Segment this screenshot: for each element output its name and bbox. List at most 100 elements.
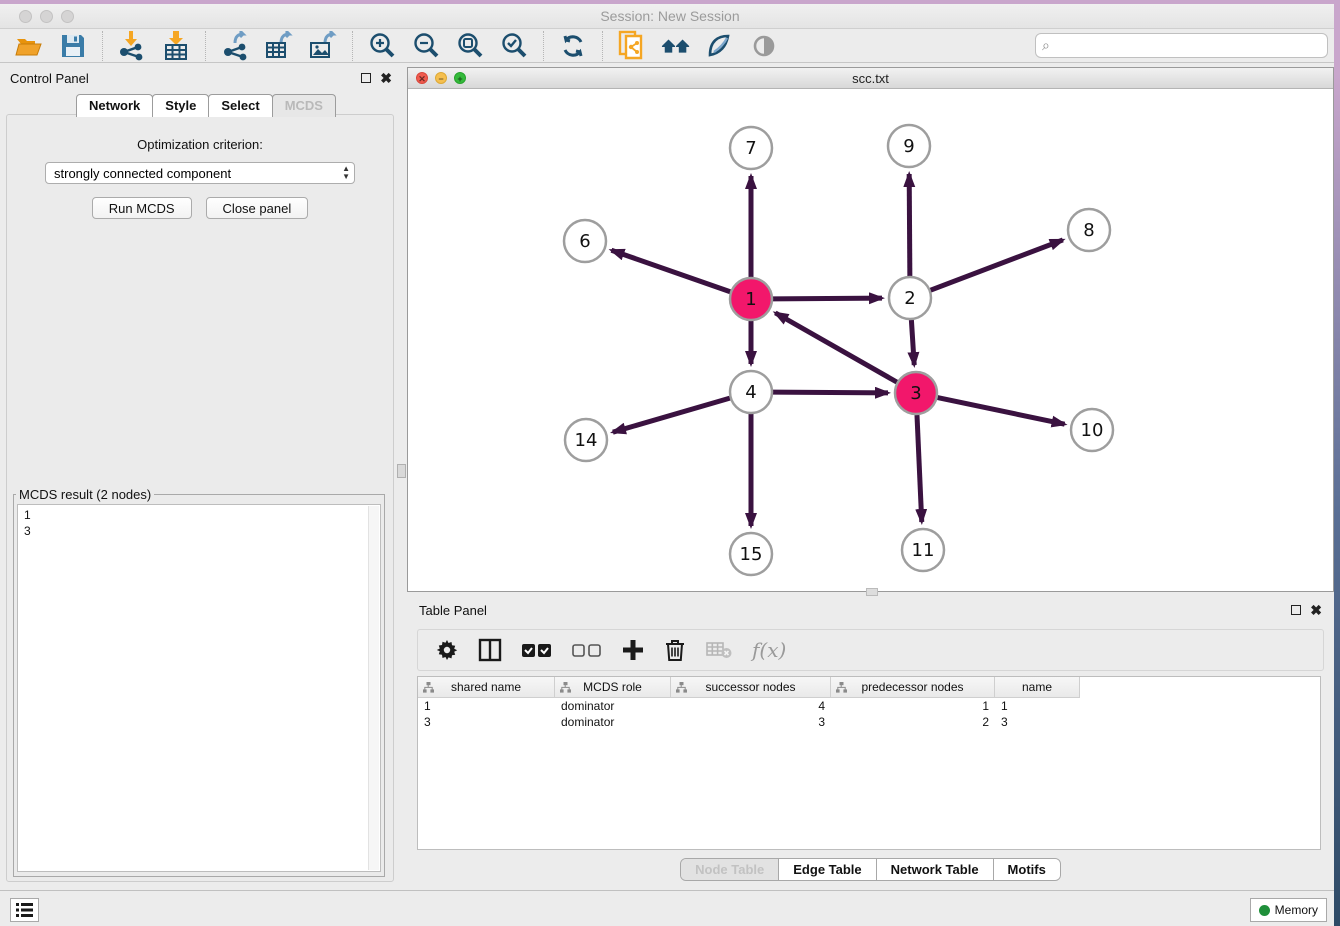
graph-node-label-1: 1 (745, 289, 756, 310)
network-minimize-button[interactable]: − (435, 72, 447, 84)
cell-shared-name[interactable]: 1 (418, 698, 555, 714)
graph-node-label-7: 7 (745, 138, 756, 159)
edge-2-3[interactable] (911, 320, 914, 365)
float-panel-icon[interactable] (361, 73, 371, 83)
tab-node-table[interactable]: Node Table (681, 859, 779, 880)
result-line: 3 (24, 523, 380, 539)
window-title: Session: New Session (0, 8, 1340, 24)
graph-node-label-6: 6 (579, 231, 590, 252)
memory-status-icon (1259, 905, 1270, 916)
network-close-button[interactable]: ✕ (416, 72, 428, 84)
unselect-all-columns-icon[interactable] (572, 643, 602, 658)
save-session-icon[interactable] (58, 31, 88, 61)
application-window: Session: New Session (0, 0, 1340, 926)
horizontal-splitter-handle[interactable] (866, 588, 878, 596)
cell-name[interactable]: 3 (995, 714, 1080, 730)
node-table[interactable]: shared name MCDS role successor nodes pr… (417, 676, 1321, 850)
network-maximize-button[interactable]: + (454, 72, 466, 84)
criterion-combobox[interactable]: strongly connected component ▲▼ (45, 162, 355, 184)
column-header-shared-name[interactable]: shared name (418, 677, 555, 697)
cell-successor-nodes[interactable]: 3 (671, 714, 831, 730)
cell-successor-nodes[interactable]: 4 (671, 698, 831, 714)
column-panel-icon[interactable] (478, 638, 502, 662)
cell-shared-name[interactable]: 3 (418, 714, 555, 730)
control-panel-tabs: Network Style Select MCDS (76, 94, 335, 117)
edge-3-1[interactable] (775, 313, 897, 382)
first-neighbors-icon[interactable] (661, 31, 691, 61)
column-header-mcds-role[interactable]: MCDS role (555, 677, 671, 697)
refresh-icon[interactable] (558, 31, 588, 61)
cell-mcds-role[interactable]: dominator (555, 698, 671, 714)
delete-column-icon[interactable] (664, 638, 686, 662)
zoom-fit-icon[interactable] (455, 31, 485, 61)
table-row[interactable]: 3 dominator 3 2 3 (418, 714, 1080, 730)
edge-1-2[interactable] (773, 298, 882, 299)
tab-style[interactable]: Style (152, 94, 209, 117)
graph-node-label-2: 2 (904, 288, 915, 309)
close-panel-button[interactable]: Close panel (206, 197, 309, 219)
table-panel: Table Panel ✖ (407, 595, 1334, 887)
task-history-button[interactable] (10, 898, 39, 922)
function-builder-icon[interactable]: f(x) (752, 638, 786, 662)
edge-4-3[interactable] (773, 392, 888, 393)
close-table-panel-icon[interactable]: ✖ (1310, 605, 1322, 615)
tab-select[interactable]: Select (208, 94, 272, 117)
graph-node-label-4: 4 (745, 382, 756, 403)
import-table-icon[interactable] (161, 31, 191, 61)
cell-mcds-role[interactable]: dominator (555, 714, 671, 730)
graph-node-label-15: 15 (740, 544, 763, 565)
export-image-icon[interactable] (308, 31, 338, 61)
memory-button[interactable]: Memory (1250, 898, 1327, 922)
hide-icon[interactable] (749, 31, 779, 61)
vertical-splitter-handle[interactable] (397, 464, 406, 478)
table-panel-title: Table Panel (419, 603, 1291, 618)
export-network-icon[interactable] (220, 31, 250, 61)
edge-3-11[interactable] (917, 415, 922, 522)
zoom-in-icon[interactable] (367, 31, 397, 61)
edge-4-14[interactable] (613, 398, 730, 432)
column-header-successor-nodes[interactable]: successor nodes (671, 677, 831, 697)
tab-edge-table[interactable]: Edge Table (779, 859, 876, 880)
cell-predecessor-nodes[interactable]: 1 (831, 698, 995, 714)
open-session-icon[interactable] (14, 31, 44, 61)
delete-table-icon[interactable] (706, 641, 732, 659)
edge-1-6[interactable] (611, 250, 730, 292)
close-panel-icon[interactable]: ✖ (380, 73, 392, 83)
run-mcds-button[interactable]: Run MCDS (92, 197, 192, 219)
desktop-edge-top (0, 0, 1340, 4)
memory-label: Memory (1275, 903, 1318, 917)
result-scrollbar[interactable] (368, 506, 379, 870)
tab-network-table[interactable]: Network Table (877, 859, 994, 880)
import-network-icon[interactable] (117, 31, 147, 61)
table-tabs: Node Table Edge Table Network Table Moti… (680, 858, 1061, 881)
float-table-panel-icon[interactable] (1291, 605, 1301, 615)
edge-3-10[interactable] (938, 398, 1065, 425)
zoom-out-icon[interactable] (411, 31, 441, 61)
tab-motifs[interactable]: Motifs (994, 859, 1060, 880)
table-row[interactable]: 1 dominator 4 1 1 (418, 698, 1080, 714)
graph-node-label-9: 9 (903, 136, 914, 157)
column-header-name[interactable]: name (995, 677, 1080, 697)
tab-network[interactable]: Network (76, 94, 153, 117)
cell-predecessor-nodes[interactable]: 2 (831, 714, 995, 730)
table-settings-icon[interactable] (436, 639, 458, 661)
search-input[interactable] (1054, 38, 1327, 53)
mcds-result-text[interactable]: 1 3 (17, 504, 381, 872)
select-all-columns-icon[interactable] (522, 643, 552, 658)
graph-node-label-10: 10 (1081, 420, 1104, 441)
export-table-icon[interactable] (264, 31, 294, 61)
cell-name[interactable]: 1 (995, 698, 1080, 714)
zoom-selected-icon[interactable] (499, 31, 529, 61)
column-header-predecessor-nodes[interactable]: predecessor nodes (831, 677, 995, 697)
edge-2-8[interactable] (931, 240, 1063, 290)
edge-2-9[interactable] (909, 174, 910, 276)
table-header-row: shared name MCDS role successor nodes pr… (418, 677, 1080, 698)
tab-mcds[interactable]: MCDS (272, 94, 336, 117)
vizmap-icon[interactable] (705, 31, 735, 61)
main-titlebar: Session: New Session (0, 4, 1340, 29)
network-window-titlebar[interactable]: ✕ − + scc.txt (408, 68, 1333, 89)
duplicate-network-icon[interactable] (617, 31, 647, 61)
network-canvas[interactable]: 7968124314101511 (408, 90, 1333, 591)
control-panel-title: Control Panel (10, 71, 361, 86)
create-column-icon[interactable] (622, 639, 644, 661)
